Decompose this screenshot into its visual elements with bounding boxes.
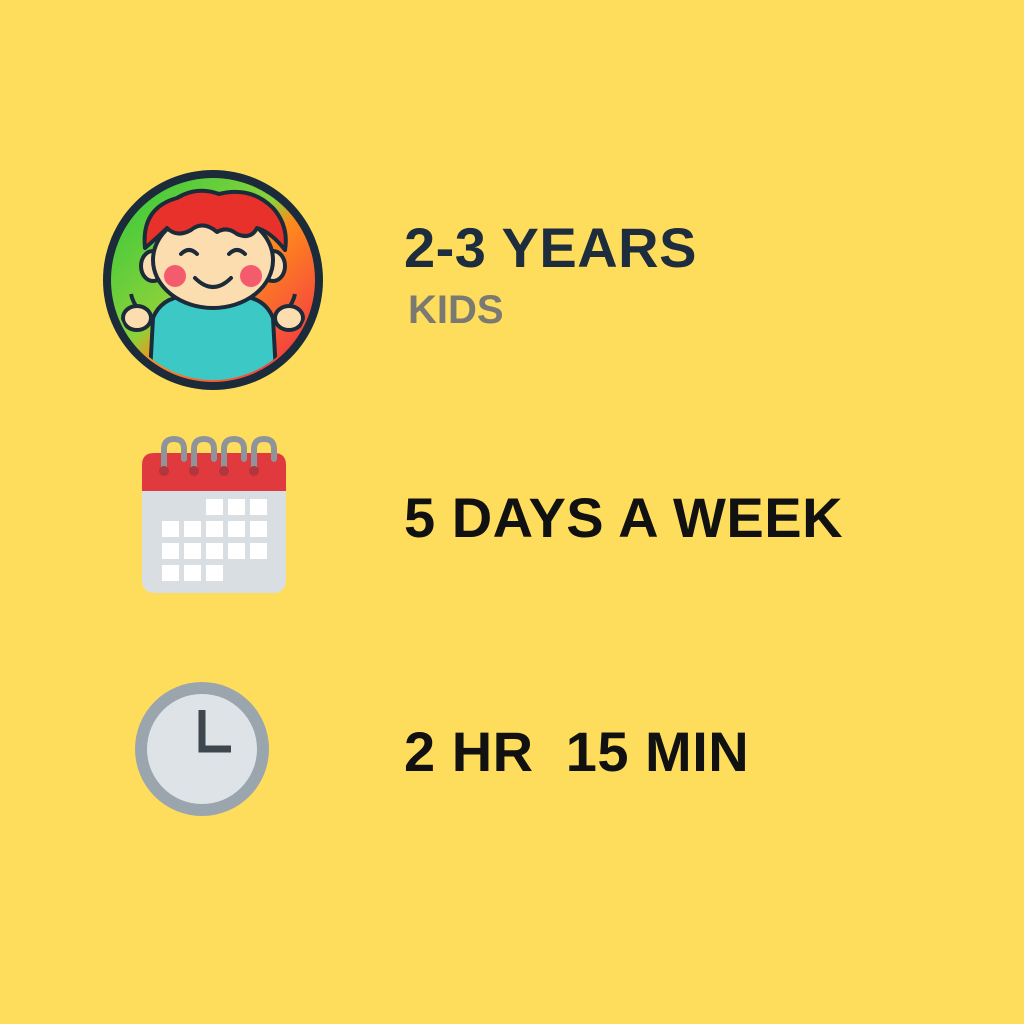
age-title: 2-3 YEARS	[404, 216, 697, 279]
duration-text: 2 HR 15 MIN	[404, 724, 749, 780]
calendar-icon	[142, 435, 286, 593]
session-duration-label: 2 HR 15 MIN	[404, 720, 750, 783]
age-text: 2-3 YEARS KIDS	[404, 216, 697, 332]
child-face-icon	[103, 170, 323, 390]
age-subtitle: KIDS	[408, 288, 504, 332]
clock-icon	[135, 682, 269, 816]
schedule-text: 5 DAYS A WEEK	[404, 490, 843, 546]
days-per-week-label: 5 DAYS A WEEK	[404, 486, 844, 549]
